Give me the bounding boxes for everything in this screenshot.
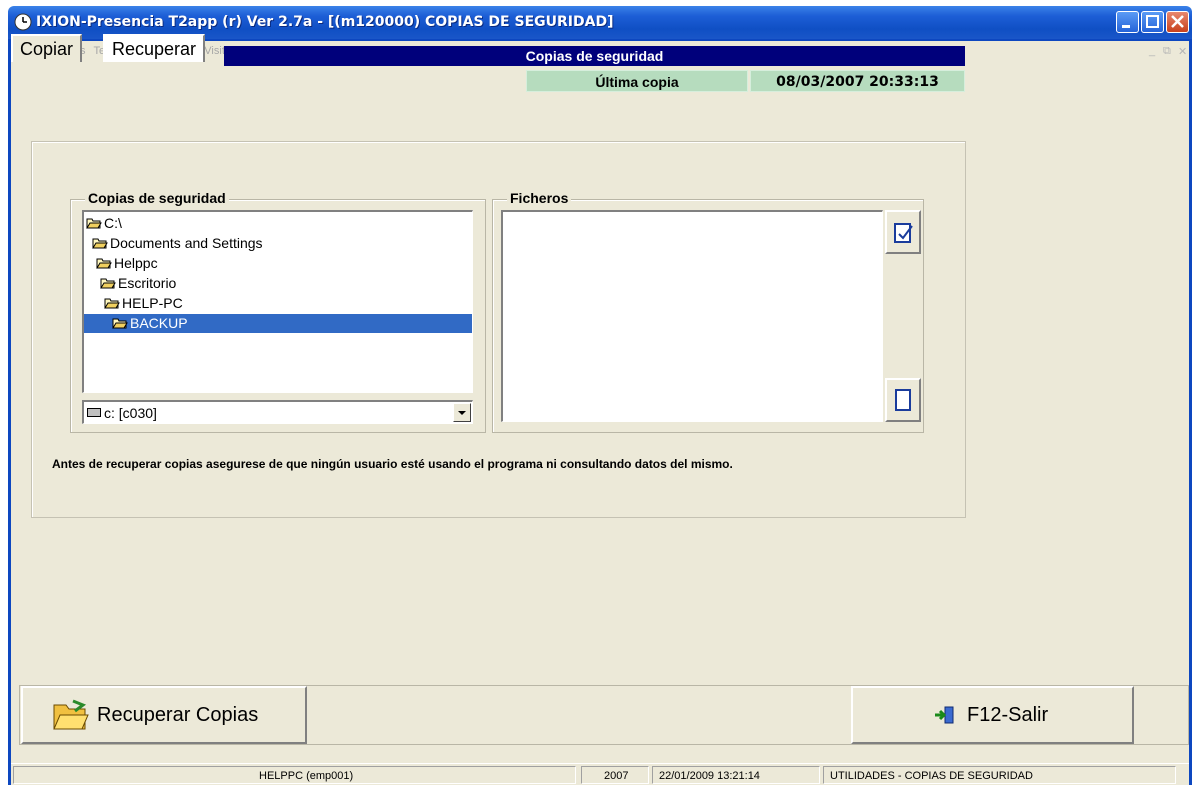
status-bar: HELPPC (emp001) 2007 22/01/2009 13:21:14… bbox=[11, 763, 1189, 785]
open-folder-icon bbox=[53, 699, 89, 730]
maximize-button[interactable] bbox=[1141, 11, 1164, 33]
tree-item[interactable]: HELP-PC bbox=[104, 294, 214, 313]
folder-open-icon bbox=[96, 258, 112, 269]
document-icon bbox=[895, 389, 911, 411]
exit-door-icon bbox=[935, 706, 954, 724]
minimize-icon bbox=[1122, 25, 1130, 28]
drive-dropdown-button[interactable] bbox=[453, 403, 471, 422]
tree-item-label: Documents and Settings bbox=[110, 235, 263, 251]
tree-item-label: Escritorio bbox=[118, 275, 177, 291]
tree-item-label: HELP-PC bbox=[122, 295, 183, 311]
new-document-button[interactable] bbox=[885, 378, 921, 422]
tree-item[interactable]: Documents and Settings bbox=[92, 234, 322, 253]
last-copy-label: Última copia bbox=[526, 70, 748, 92]
status-module: UTILIDADES - COPIAS DE SEGURIDAD bbox=[823, 766, 1176, 784]
drive-icon bbox=[87, 408, 101, 417]
status-year: 2007 bbox=[581, 766, 649, 784]
status-datetime: 22/01/2009 13:21:14 bbox=[652, 766, 820, 784]
status-user: HELPPC (emp001) bbox=[13, 766, 576, 784]
tab-copiar[interactable]: Copiar bbox=[11, 34, 83, 62]
drive-value: c: [c030] bbox=[104, 405, 157, 421]
exit-button[interactable]: F12-Salir bbox=[851, 686, 1134, 744]
folder-tree[interactable]: C:\ Documents and Settings Helppc Escrit… bbox=[82, 210, 473, 393]
folder-open-icon bbox=[92, 238, 108, 249]
warning-text: Antes de recuperar copias asegurese de q… bbox=[52, 457, 733, 471]
files-list[interactable] bbox=[501, 210, 883, 422]
folder-open-icon bbox=[100, 278, 116, 289]
page-title: Copias de seguridad bbox=[224, 46, 965, 66]
maximize-icon bbox=[1146, 15, 1159, 28]
tree-item[interactable]: Escritorio bbox=[100, 274, 200, 293]
close-button[interactable] bbox=[1166, 11, 1189, 33]
last-copy-value: 08/03/2007 20:33:13 bbox=[750, 70, 965, 92]
mdi-minimize-icon[interactable]: _ bbox=[1149, 45, 1155, 57]
minimize-button[interactable] bbox=[1116, 11, 1139, 33]
tab-recuperar[interactable]: Recuperar bbox=[103, 34, 206, 62]
restore-copies-button[interactable]: Recuperar Copias bbox=[21, 686, 307, 744]
folder-open-icon bbox=[86, 218, 102, 229]
tree-item-selected[interactable]: BACKUP bbox=[84, 314, 472, 333]
folder-open-icon bbox=[112, 318, 128, 329]
clock-icon bbox=[14, 13, 32, 31]
edit-button[interactable] bbox=[885, 210, 921, 254]
tree-item-label: C:\ bbox=[104, 215, 122, 231]
chevron-down-icon bbox=[458, 411, 466, 415]
exit-label: F12-Salir bbox=[967, 703, 1049, 726]
drive-select[interactable]: c: [c030] bbox=[82, 400, 473, 424]
mdi-close-icon[interactable]: ✕ bbox=[1178, 45, 1187, 58]
tree-item[interactable]: C:\ bbox=[86, 214, 186, 233]
window-title: IXION-Presencia T2app (r) Ver 2.7a - [(m… bbox=[36, 14, 614, 30]
tree-item-label: Helppc bbox=[114, 255, 158, 271]
tree-item-label: BACKUP bbox=[130, 315, 188, 331]
folder-open-icon bbox=[104, 298, 120, 309]
tree-item[interactable]: Helppc bbox=[96, 254, 196, 273]
backups-legend: Copias de seguridad bbox=[85, 190, 229, 206]
restore-copies-label: Recuperar Copias bbox=[97, 703, 259, 726]
files-legend: Ficheros bbox=[507, 190, 572, 206]
close-icon bbox=[1171, 15, 1184, 28]
mdi-restore-icon[interactable]: ⧉ bbox=[1163, 45, 1171, 58]
edit-document-icon bbox=[894, 223, 913, 243]
